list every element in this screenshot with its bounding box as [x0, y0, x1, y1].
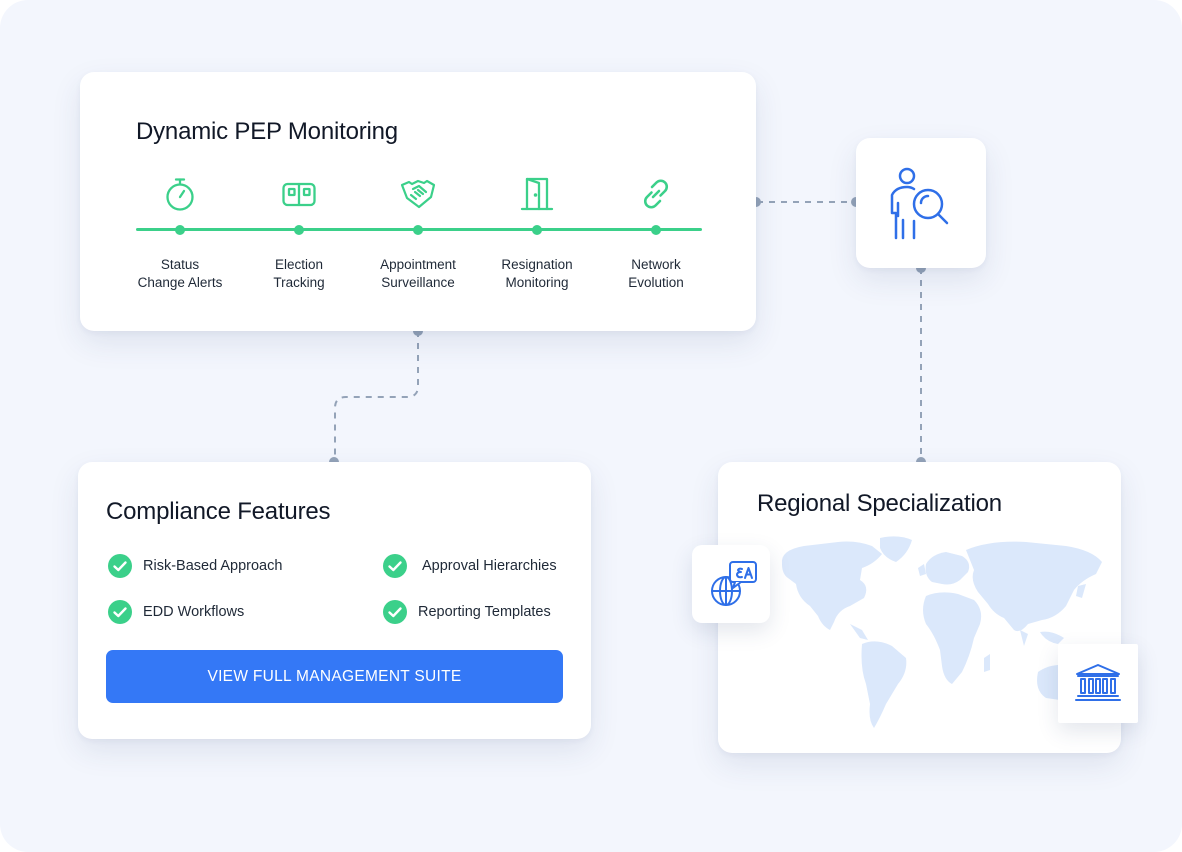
world-map: [781, 536, 1102, 728]
connector-pep-compliance: [334, 331, 419, 462]
check-circle-icon: [383, 554, 407, 578]
timeline-dot: [413, 225, 423, 235]
regional-specialization-title: Regional Specialization: [757, 490, 1002, 517]
check-circle-icon: [108, 554, 132, 578]
feature-label: Risk-Based Approach: [143, 558, 283, 574]
feature-label: EDD Workflows: [143, 604, 245, 620]
feature-edd-workflows: EDD Workflows: [108, 599, 244, 625]
government-building-icon: [1075, 664, 1121, 701]
government-building-badge[interactable]: [1058, 644, 1138, 723]
exit-door-icon: [520, 177, 554, 211]
timeline-step-label: Network Evolution: [628, 257, 684, 290]
timeline-dot: [651, 225, 661, 235]
handshake-icon: [400, 179, 436, 209]
chain-link-icon: [644, 179, 668, 209]
timeline-dot: [294, 225, 304, 235]
person-magnifier-icon: [890, 167, 949, 240]
feature-reporting-templates: Reporting Templates: [383, 599, 551, 625]
investigator-card[interactable]: [856, 138, 986, 268]
stopwatch-icon: [166, 178, 194, 211]
feature-label: Reporting Templates: [418, 604, 551, 620]
feature-risk-based-approach: Risk-Based Approach: [108, 553, 282, 579]
feature-approval-hierarchies: Approval Hierarchies: [383, 553, 557, 579]
check-circle-icon: [383, 600, 407, 624]
timeline-dot: [175, 225, 185, 235]
pep-monitoring-card: Dynamic PEP Monitoring Status Change Ale…: [80, 72, 756, 331]
pep-monitoring-title: Dynamic PEP Monitoring: [136, 118, 398, 145]
check-circle-icon: [108, 600, 132, 624]
ballot-box-icon: [282, 182, 316, 207]
feature-label: Approval Hierarchies: [422, 558, 557, 574]
view-full-management-suite-button[interactable]: VIEW FULL MANAGEMENT SUITE: [106, 650, 563, 703]
diagram-canvas: Dynamic PEP Monitoring Status Change Ale…: [0, 0, 1182, 852]
language-translation-badge[interactable]: [692, 545, 770, 623]
compliance-features-title: Compliance Features: [106, 498, 331, 525]
globe-translate-icon: [711, 561, 757, 606]
timeline-dot: [532, 225, 542, 235]
compliance-features-card: Compliance Features Risk-Based Approach …: [78, 462, 591, 739]
